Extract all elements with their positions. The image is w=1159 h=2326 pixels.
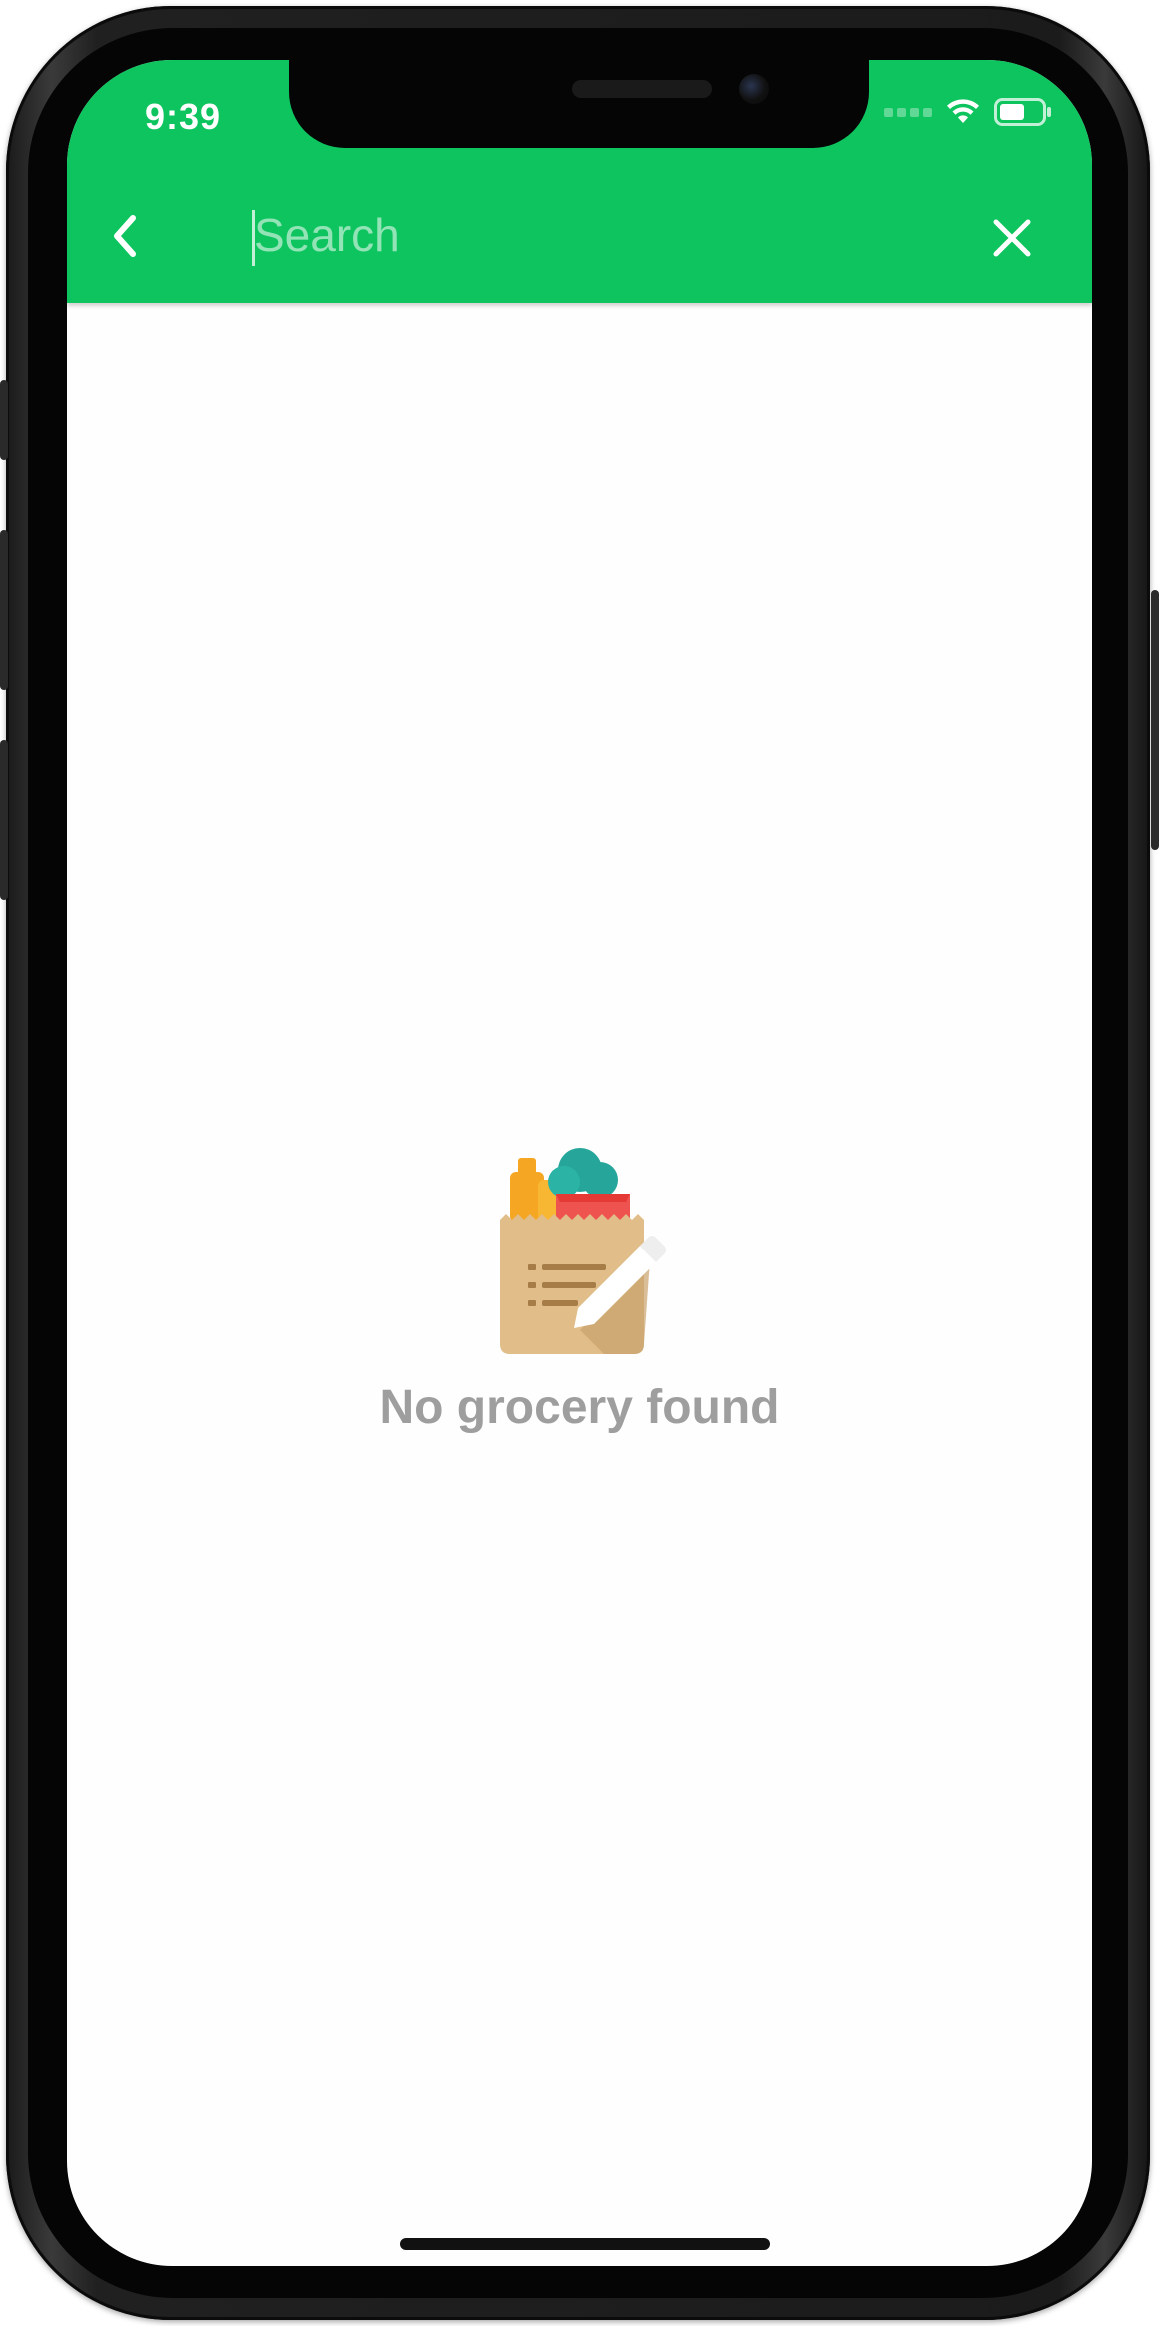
text-cursor [252, 210, 255, 266]
silent-switch [0, 380, 8, 460]
home-indicator[interactable] [400, 2238, 770, 2250]
search-input[interactable] [252, 200, 734, 270]
status-time: 9:39 [145, 96, 222, 137]
cellular-signal-icon [884, 107, 932, 117]
front-camera [739, 74, 769, 104]
clear-search-button[interactable] [984, 210, 1040, 266]
device-notch [289, 60, 869, 148]
empty-state-message: No grocery found [379, 1381, 780, 1434]
earpiece-speaker [572, 80, 712, 98]
wifi-icon [946, 99, 980, 125]
status-indicators [884, 98, 1052, 126]
device-screenshot: 9:39 Search No grocery found [0, 0, 1159, 2326]
power-button [1151, 590, 1159, 850]
back-button[interactable] [97, 208, 153, 264]
chevron-left-icon [114, 215, 136, 257]
empty-state: No grocery found [67, 1140, 1092, 1435]
grocery-bag-list-icon [499, 1148, 666, 1354]
volume-down-button [0, 740, 8, 900]
search-app-bar: 9:39 [67, 60, 1092, 303]
battery-icon [994, 98, 1052, 126]
volume-up-button [0, 530, 8, 690]
screen: 9:39 Search No grocery found [67, 60, 1092, 2266]
close-icon [993, 219, 1031, 257]
